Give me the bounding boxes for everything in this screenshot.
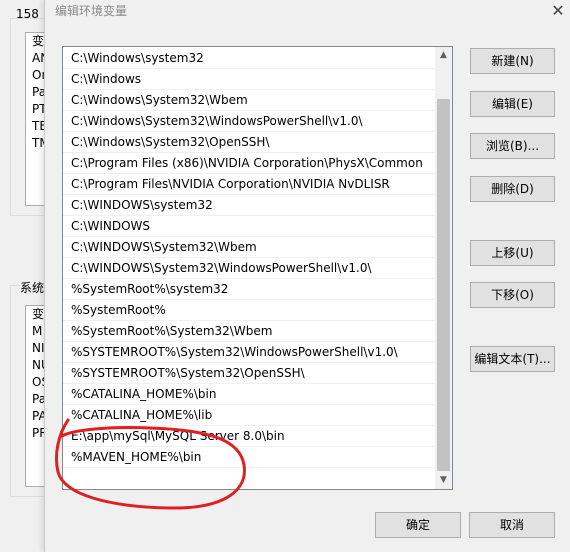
edit-environment-variable-dialog: 编辑环境变量 ✕ C:\Windows\system32 C:\Windows C:… xyxy=(44,0,570,552)
path-entry[interactable]: %SYSTEMROOT%\System32\WindowsPowerShell\… xyxy=(63,342,435,363)
scroll-up-arrow-icon[interactable]: ▲ xyxy=(435,47,452,64)
system-variables-label: 系统 xyxy=(20,279,47,296)
path-entry[interactable]: %SystemRoot% xyxy=(63,300,435,321)
path-entry[interactable]: C:\Windows\System32\OpenSSH\ xyxy=(63,132,435,153)
close-icon[interactable]: ✕ xyxy=(545,0,570,22)
scrollbar-thumb[interactable] xyxy=(437,99,450,471)
path-entry[interactable]: %SystemRoot%\system32 xyxy=(63,279,435,300)
edit-button[interactable]: 编辑(E) xyxy=(470,91,555,117)
path-entry[interactable]: %MAVEN_HOME%\bin xyxy=(63,447,435,468)
path-entry[interactable]: C:\WINDOWS\System32\WindowsPowerShell\v1… xyxy=(63,258,435,279)
path-entry[interactable]: %CATALINA_HOME%\bin xyxy=(63,384,435,405)
cancel-button[interactable]: 取消 xyxy=(469,512,555,538)
path-entry[interactable]: C:\Windows\System32\Wbem xyxy=(63,90,435,111)
new-button[interactable]: 新建(N) xyxy=(470,48,555,74)
path-entry[interactable]: C:\Windows\System32\WindowsPowerShell\v1… xyxy=(63,111,435,132)
path-entry[interactable]: %SystemRoot%\System32\Wbem xyxy=(63,321,435,342)
dialog-title: 编辑环境变量 xyxy=(55,4,128,18)
scroll-down-arrow-icon[interactable]: ▼ xyxy=(435,472,452,489)
move-up-button[interactable]: 上移(U) xyxy=(470,240,555,266)
path-entry[interactable]: C:\WINDOWS\system32 xyxy=(63,195,435,216)
browse-button[interactable]: 浏览(B)... xyxy=(470,133,555,159)
path-entry[interactable]: C:\Windows xyxy=(63,69,435,90)
path-entry[interactable]: %CATALINA_HOME%\lib xyxy=(63,405,435,426)
move-down-button[interactable]: 下移(O) xyxy=(470,282,555,308)
path-entry[interactable]: C:\WINDOWS xyxy=(63,216,435,237)
path-entry[interactable]: %SYSTEMROOT%\System32\OpenSSH\ xyxy=(63,363,435,384)
delete-button[interactable]: 删除(D) xyxy=(470,176,555,202)
path-entry[interactable]: C:\Windows\system32 xyxy=(63,48,435,69)
edit-text-button[interactable]: 编辑文本(T)... xyxy=(470,346,555,372)
path-list[interactable]: C:\Windows\system32 C:\Windows C:\Windows\… xyxy=(62,46,453,490)
ok-button[interactable]: 确定 xyxy=(375,512,461,538)
vertical-scrollbar[interactable]: ▲ ▼ xyxy=(435,47,452,489)
path-entry[interactable]: E:\app\mySql\MySQL Server 8.0\bin xyxy=(63,426,435,447)
path-entry[interactable]: C:\Program Files (x86)\NVIDIA Corporatio… xyxy=(63,153,435,174)
path-entry[interactable]: C:\Program Files\NVIDIA Corporation\NVID… xyxy=(63,174,435,195)
path-entry[interactable]: C:\WINDOWS\System32\Wbem xyxy=(63,237,435,258)
